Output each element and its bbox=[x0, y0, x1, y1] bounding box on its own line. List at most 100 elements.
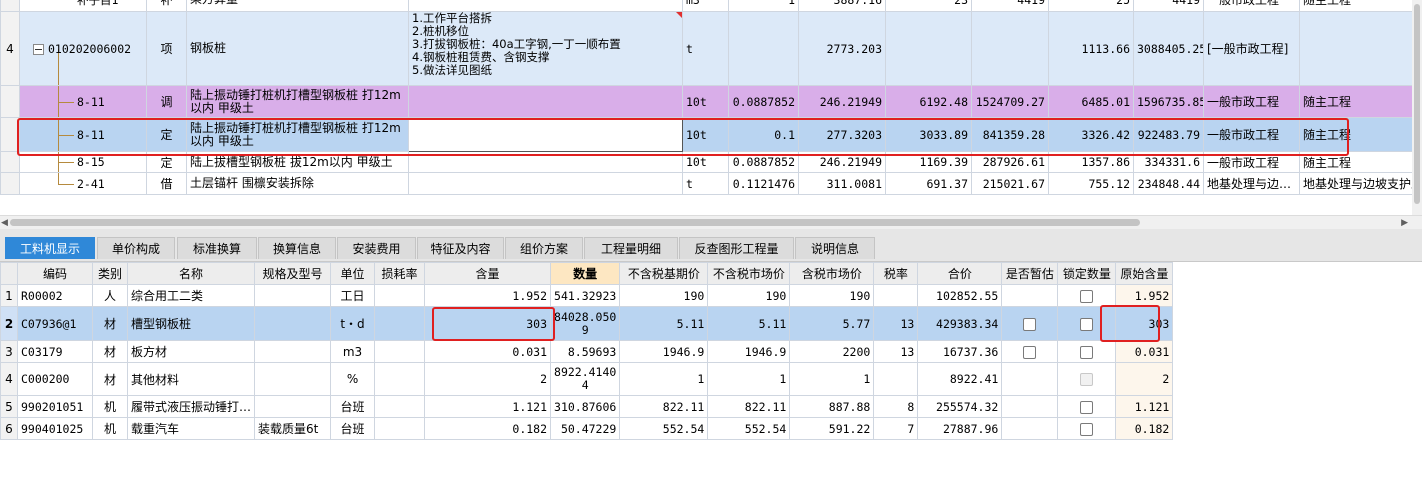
lock-quantity-checkbox[interactable] bbox=[1080, 373, 1094, 386]
column-header[interactable]: 损耗率 bbox=[374, 262, 426, 285]
column-header[interactable]: 含税市场价 bbox=[789, 262, 875, 285]
tab-6[interactable]: 组价方案 bbox=[505, 237, 583, 259]
resource-code[interactable]: R00002 bbox=[17, 284, 93, 307]
resource-row[interactable]: 5 990201051 机履带式液压振动锤打… 台班 1.121 310.87606 822… bbox=[0, 395, 1174, 418]
quantity[interactable] bbox=[728, 11, 799, 86]
loss-rate[interactable] bbox=[374, 395, 426, 418]
market-price[interactable]: 5.11 bbox=[707, 306, 791, 341]
quantity-value[interactable]: 310.87606 bbox=[550, 395, 621, 418]
tab-8[interactable]: 反查图形工程量 bbox=[679, 237, 794, 259]
column-header[interactable]: 含量 bbox=[424, 262, 552, 285]
column-header[interactable]: 规格及型号 bbox=[254, 262, 332, 285]
quota-row[interactable]: 2-41 借土层锚杆 围檩安装拆除 t 0.1121476 311.0081 691.37… bbox=[0, 172, 1413, 195]
taxed-market-price[interactable]: 1 bbox=[789, 362, 875, 396]
taxed-market-price[interactable]: 5.77 bbox=[789, 306, 875, 341]
content-value[interactable]: 303 bbox=[424, 306, 552, 341]
tax-rate[interactable]: 7 bbox=[873, 417, 919, 440]
scroll-right-arrow-icon[interactable]: ▶ bbox=[1401, 218, 1408, 228]
item-features[interactable] bbox=[408, 151, 683, 173]
column-header[interactable]: 名称 bbox=[126, 262, 256, 285]
quota-name[interactable]: 陆上振动锤打桩机打槽型钢板桩 打12m以内 甲级土 bbox=[186, 117, 409, 152]
tab-4[interactable]: 安装费用 bbox=[337, 237, 416, 259]
quota-code[interactable]: 8-11 bbox=[19, 117, 147, 152]
column-header[interactable]: 单位 bbox=[330, 262, 376, 285]
resource-spec[interactable] bbox=[254, 395, 332, 418]
column-header[interactable]: 数量 bbox=[550, 262, 621, 285]
horizontal-scrollbar[interactable]: ◀ ▶ bbox=[0, 215, 1422, 229]
provisional-checkbox[interactable] bbox=[1023, 317, 1037, 331]
loss-rate[interactable] bbox=[374, 284, 426, 307]
lock-quantity-cell[interactable] bbox=[1057, 395, 1117, 418]
lock-quantity-cell[interactable] bbox=[1057, 417, 1117, 440]
tax-rate[interactable] bbox=[873, 284, 919, 307]
lock-quantity-checkbox[interactable] bbox=[1080, 317, 1094, 331]
collapse-toggle-icon[interactable] bbox=[33, 43, 44, 55]
tab-3[interactable]: 换算信息 bbox=[258, 237, 336, 259]
resource-name[interactable]: 槽型钢板桩 bbox=[126, 306, 256, 341]
loss-rate[interactable] bbox=[374, 306, 426, 341]
tax-rate[interactable]: 13 bbox=[873, 340, 919, 363]
lock-quantity-cell[interactable] bbox=[1057, 306, 1117, 341]
quota-code[interactable]: 2-41 bbox=[19, 172, 147, 195]
quota-code[interactable]: 8-11 bbox=[19, 85, 147, 118]
tab-7[interactable]: 工程量明细 bbox=[584, 237, 678, 259]
content-value[interactable]: 0.182 bbox=[424, 417, 552, 440]
tab-0[interactable]: 工料机显示 bbox=[5, 237, 95, 259]
resource-spec[interactable]: 装载质量6t bbox=[254, 417, 332, 440]
resource-row[interactable]: 1 R00002 人综合用工二类 工日 1.952 541.32923 190 190 190 1… bbox=[0, 284, 1174, 307]
resource-name[interactable]: 其他材料 bbox=[126, 362, 256, 396]
quota-name[interactable]: 土层锚杆 围檩安装拆除 bbox=[186, 172, 409, 195]
lock-quantity-cell[interactable] bbox=[1057, 340, 1117, 363]
resource-code[interactable]: 990201051 bbox=[17, 395, 93, 418]
scroll-left-arrow-icon[interactable]: ◀ bbox=[1, 218, 8, 228]
resource-code[interactable]: 990401025 bbox=[17, 417, 93, 440]
column-header[interactable]: 合价 bbox=[917, 262, 1003, 285]
market-price[interactable]: 552.54 bbox=[707, 417, 791, 440]
resource-spec[interactable] bbox=[254, 306, 332, 341]
vertical-scrollbar[interactable] bbox=[1412, 0, 1422, 215]
resource-name[interactable]: 履带式液压振动锤打… bbox=[126, 395, 256, 418]
provisional-cell[interactable] bbox=[1001, 395, 1059, 418]
resource-row[interactable]: 2 C07936@1 材槽型钢板桩 t・d 303 84028.0509 5.11 5.11 5… bbox=[0, 306, 1174, 341]
provisional-cell[interactable] bbox=[1001, 362, 1059, 396]
column-header[interactable]: 不含税市场价 bbox=[707, 262, 791, 285]
quota-name[interactable]: 钢板桩 bbox=[186, 11, 409, 86]
column-header[interactable]: 不含税基期价 bbox=[619, 262, 709, 285]
content-value[interactable]: 2 bbox=[424, 362, 552, 396]
quantity[interactable]: 0.1 bbox=[728, 117, 799, 152]
quota-code[interactable]: 补子目1 bbox=[19, 0, 147, 12]
taxed-market-price[interactable]: 887.88 bbox=[789, 395, 875, 418]
quantity-value[interactable]: 8922.41404 bbox=[550, 362, 621, 396]
quantity-value[interactable]: 8.59693 bbox=[550, 340, 621, 363]
tab-5[interactable]: 特征及内容 bbox=[417, 237, 504, 259]
quota-code[interactable]: 010202006002 bbox=[19, 11, 147, 86]
resource-spec[interactable] bbox=[254, 340, 332, 363]
lock-quantity-cell[interactable] bbox=[1057, 362, 1117, 396]
resource-spec[interactable] bbox=[254, 284, 332, 307]
resource-row[interactable]: 6 990401025 机载重汽车 装载质量6t 台班 0.182 50.47229 552.… bbox=[0, 417, 1174, 440]
resource-row[interactable]: 3 C03179 材板方材 m3 0.031 8.59693 1946.9 1946.9 220… bbox=[0, 340, 1174, 363]
quantity-value[interactable]: 541.32923 bbox=[550, 284, 621, 307]
quota-name[interactable]: 陆上拔槽型钢板桩 拔12m以内 甲级土 bbox=[186, 151, 409, 173]
column-header[interactable]: 类别 bbox=[92, 262, 128, 285]
content-value[interactable]: 1.952 bbox=[424, 284, 552, 307]
tax-rate[interactable] bbox=[873, 362, 919, 396]
tab-9[interactable]: 说明信息 bbox=[795, 237, 875, 259]
resource-name[interactable]: 综合用工二类 bbox=[126, 284, 256, 307]
loss-rate[interactable] bbox=[374, 362, 426, 396]
quantity-value[interactable]: 50.47229 bbox=[550, 417, 621, 440]
provisional-cell[interactable] bbox=[1001, 340, 1059, 363]
resource-spec[interactable] bbox=[254, 362, 332, 396]
lock-quantity-checkbox[interactable] bbox=[1080, 289, 1094, 303]
quota-row[interactable]: 4 010202006002 项钢板桩 1.工作平台搭拆 2.桩机移位 3.打拔钢板桩：4… bbox=[0, 11, 1413, 86]
market-price[interactable]: 1946.9 bbox=[707, 340, 791, 363]
tab-2[interactable]: 标准换算 bbox=[177, 237, 257, 259]
content-value[interactable]: 0.031 bbox=[424, 340, 552, 363]
resource-code[interactable]: C000200 bbox=[17, 362, 93, 396]
loss-rate[interactable] bbox=[374, 340, 426, 363]
market-price[interactable]: 822.11 bbox=[707, 395, 791, 418]
column-header[interactable]: 锁定数量 bbox=[1057, 262, 1117, 285]
quota-row[interactable]: 8-11 调陆上振动锤打桩机打槽型钢板桩 打12m以内 甲级土 10t 0.08878… bbox=[0, 85, 1413, 118]
tax-rate[interactable]: 13 bbox=[873, 306, 919, 341]
horizontal-scroll-thumb[interactable] bbox=[10, 219, 1140, 226]
